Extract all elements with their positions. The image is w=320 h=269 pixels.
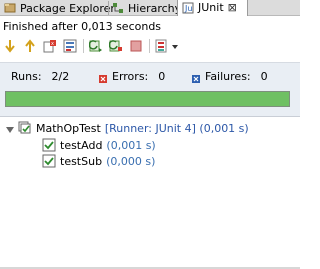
- test-detail: (0,000 s): [106, 154, 156, 168]
- failures-counter: Failures: 0: [192, 70, 268, 83]
- runs-label: Runs:: [11, 70, 42, 83]
- tab-separator: [108, 1, 109, 15]
- toolbar-separator: [83, 39, 84, 53]
- tree-node-testsub[interactable]: testSub (0,000 s): [42, 153, 155, 169]
- progress-fill: [6, 92, 289, 106]
- test-name: testSub: [60, 154, 103, 168]
- test-suite-name: MathOpTest: [36, 121, 101, 135]
- test-suite-ok-icon: [18, 121, 32, 135]
- hierarchy-icon: [112, 2, 124, 14]
- expanded-twisty-icon[interactable]: [6, 124, 14, 133]
- tab-label: Hierarchy: [128, 1, 182, 15]
- errors-label: Errors:: [112, 70, 149, 83]
- test-detail: (0,001 s): [106, 138, 156, 152]
- tab-label: Package Explorer: [20, 1, 115, 15]
- next-failure-icon[interactable]: [3, 39, 17, 53]
- junit-toolbar: x: [3, 37, 185, 55]
- failures-label: Failures:: [205, 70, 251, 83]
- test-suite-detail: [Runner: JUnit 4] (0,001 s): [104, 121, 249, 135]
- show-failures-only-icon[interactable]: x: [43, 39, 57, 53]
- runs-counter: Runs: 2/2: [11, 70, 69, 83]
- previous-failure-icon[interactable]: [23, 39, 37, 53]
- failures-value: 0: [260, 70, 268, 83]
- runs-value: 2/2: [51, 70, 70, 83]
- rerun-icon[interactable]: [88, 39, 103, 53]
- test-passed-icon: [42, 138, 56, 152]
- scroll-lock-icon[interactable]: [63, 39, 77, 53]
- failure-icon: [192, 73, 200, 83]
- run-status-text: Finished after 0,013 seconds: [3, 20, 162, 33]
- rerun-failed-first-icon[interactable]: [108, 39, 123, 53]
- history-icon[interactable]: [155, 39, 169, 53]
- tab-hierarchy[interactable]: Hierarchy: [112, 0, 181, 16]
- test-progress-bar: [5, 91, 290, 107]
- tab-junit[interactable]: Ju JUnit ⊠: [177, 0, 248, 16]
- tree-node-testadd[interactable]: testAdd (0,001 s): [42, 137, 156, 153]
- errors-counter: Errors: 0: [99, 70, 165, 83]
- tree-node-root[interactable]: MathOpTest [Runner: JUnit 4] (0,001 s): [6, 120, 249, 136]
- close-icon[interactable]: ⊠: [228, 1, 237, 14]
- test-name: testAdd: [60, 138, 103, 152]
- tab-label: JUnit: [198, 1, 224, 14]
- test-passed-icon: [42, 154, 56, 168]
- errors-value: 0: [158, 70, 166, 83]
- svg-text:x: x: [51, 41, 54, 47]
- toolbar-separator: [149, 39, 150, 53]
- stop-icon[interactable]: [129, 39, 143, 53]
- svg-text:Ju: Ju: [184, 4, 192, 13]
- view-menu-icon[interactable]: [171, 39, 179, 53]
- view-tab-bar: Package Explorer Hierarchy Ju JUnit ⊠: [0, 0, 300, 16]
- package-explorer-icon: [4, 2, 16, 14]
- tab-package-explorer[interactable]: Package Explorer: [4, 0, 115, 16]
- junit-icon: Ju: [182, 2, 194, 14]
- error-icon: [99, 73, 107, 83]
